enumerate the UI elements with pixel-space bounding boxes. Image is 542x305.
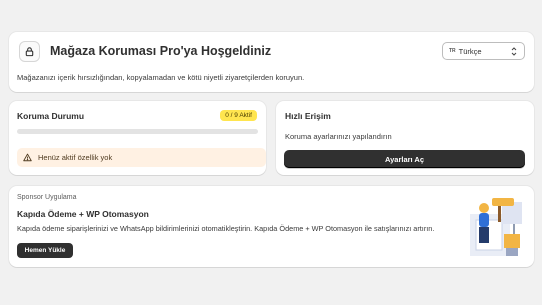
sponsor-card: Sponsor Uygulama Kapıda Ödeme + WP Otoma… [9, 186, 534, 267]
protection-status-card: Koruma Durumu 0 / 9 Aktif Henüz aktif öz… [9, 101, 266, 175]
quick-access-title: Hızlı Erişim [285, 111, 331, 121]
quick-access-description: Koruma ayarlarınızı yapılandırın [285, 132, 392, 141]
language-value: Türkçe [458, 46, 482, 56]
open-settings-button[interactable]: Ayarları Aç [284, 150, 525, 168]
status-badge: 0 / 9 Aktif [220, 110, 257, 121]
page-description: Mağazanızı içerik hırsızlığından, kopyal… [17, 73, 305, 82]
warning-icon [23, 153, 32, 162]
protection-progress-bar [17, 129, 258, 134]
lock-icon [19, 41, 40, 62]
warning-banner: Henüz aktif özellik yok [17, 148, 266, 167]
protection-title: Koruma Durumu [17, 111, 85, 121]
welcome-card: Mağaza Koruması Pro'ya Hoşgeldiniz Mağaz… [9, 32, 534, 92]
sponsor-label: Sponsor Uygulama [17, 194, 77, 201]
flag-icon: TR [449, 48, 456, 54]
chevron-updown-icon [511, 47, 517, 56]
painter-illustration [470, 198, 522, 256]
page-title: Mağaza Koruması Pro'ya Hoşgeldiniz [50, 44, 272, 58]
language-select[interactable]: TR Türkçe [442, 42, 525, 60]
install-now-button[interactable]: Hemen Yükle [17, 243, 73, 258]
sponsor-title: Kapıda Ödeme + WP Otomasyon [17, 209, 149, 219]
sponsor-description: Kapıda ödeme siparişlerinizi ve WhatsApp… [17, 224, 435, 233]
quick-access-card: Hızlı Erişim Koruma ayarlarınızı yapılan… [276, 101, 534, 175]
warning-text: Henüz aktif özellik yok [38, 153, 113, 162]
